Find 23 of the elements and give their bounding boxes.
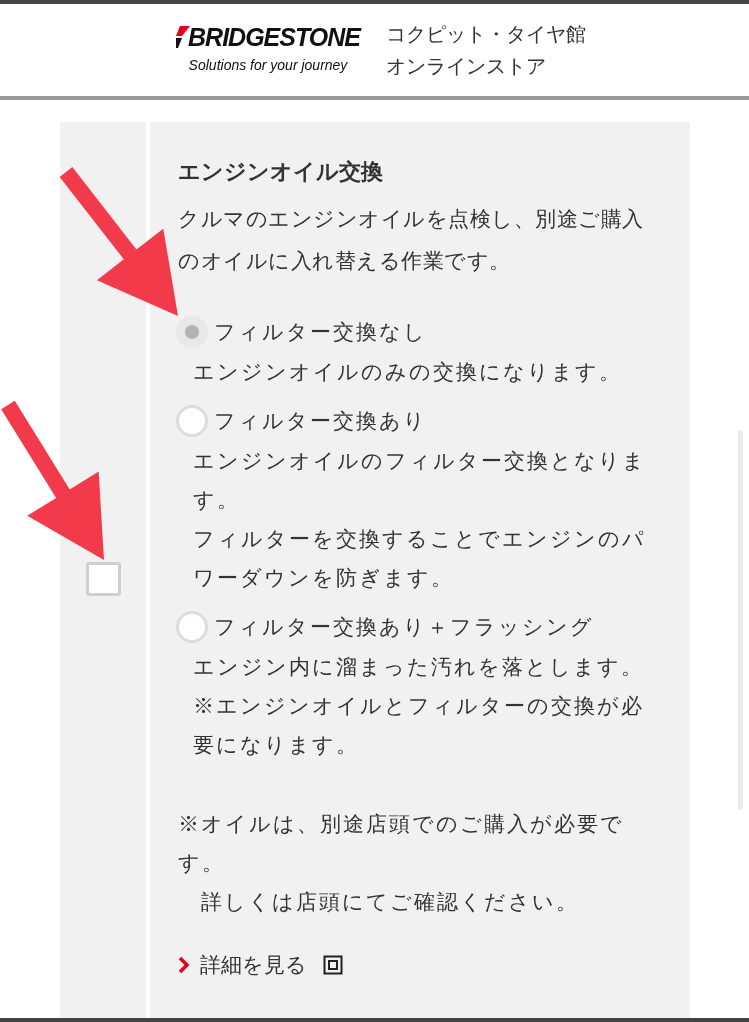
option-description: エンジン内に溜まった汚れを落とします。	[193, 654, 645, 680]
option-description: フィルターを交換することでエンジンのパワーダウンを防ぎます。	[193, 526, 647, 591]
chevron-icon	[178, 955, 190, 974]
note-text: 詳しくは店頭にてご確認ください。	[200, 889, 580, 915]
service-description: クルマのエンジンオイルを点検し、別途ご購入のオイルに入れ替える作業です。	[178, 206, 645, 274]
note-text: ※オイルは、別途店頭でのご購入が必要です。	[178, 811, 625, 876]
option-label: フィルター交換あり＋フラッシング	[214, 614, 594, 641]
radio-button[interactable]	[176, 316, 208, 348]
store-name: コクピット・タイヤ館	[386, 22, 586, 47]
service-title: エンジンオイル交換	[178, 158, 384, 186]
radio-button[interactable]	[176, 405, 208, 437]
details-link[interactable]: 詳細を見る	[178, 949, 343, 981]
option-description: ※エンジンオイルとフィルターの交換が必要になります。	[193, 693, 645, 758]
radio-button[interactable]	[176, 611, 208, 643]
option-label: フィルター交換あり	[214, 408, 427, 435]
option-description: エンジンオイルのフィルター交換となります。	[193, 448, 647, 513]
service-checkbox[interactable]	[85, 562, 121, 596]
option-label: フィルター交換なし	[214, 319, 427, 346]
store-name: オンラインストア	[386, 54, 547, 79]
logo-tagline: Solutions for your journey	[188, 55, 348, 75]
logo-wordmark: BRIDGESTONE	[188, 24, 360, 50]
external-window-icon	[323, 954, 343, 975]
option-description: エンジンオイルのみの交換になります。	[193, 359, 623, 385]
